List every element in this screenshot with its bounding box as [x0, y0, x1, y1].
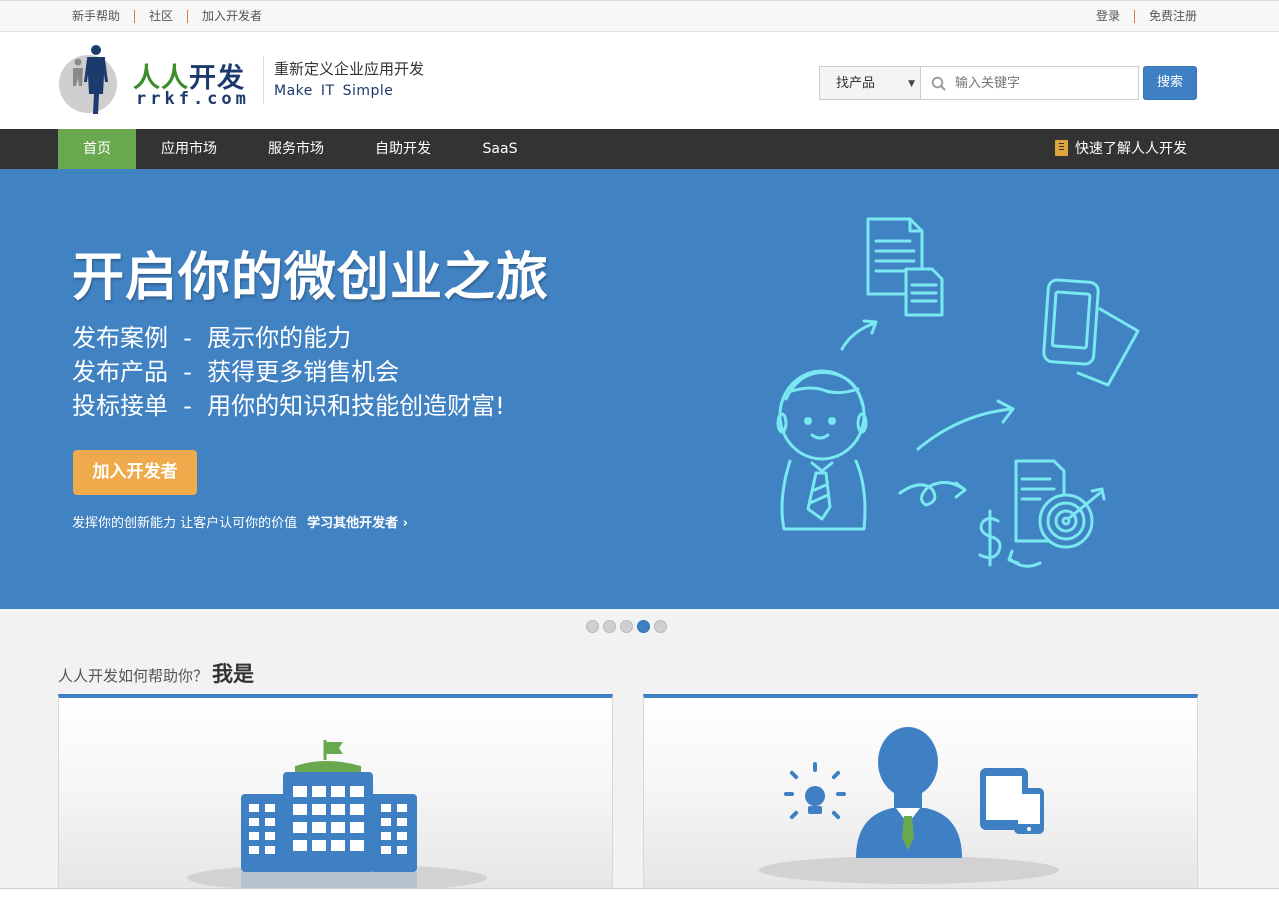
slogan-english: Make IT Simple	[274, 83, 394, 99]
site-logo[interactable]: 人人开发 rrkf.com	[58, 42, 248, 120]
carousel-dot[interactable]	[586, 620, 599, 633]
arrow-icon	[916, 407, 1014, 451]
community-link[interactable]: 社区	[134, 10, 187, 23]
arrow-icon	[840, 321, 877, 351]
topbar-left-links: 新手帮助 社区 加入开发者	[58, 1, 276, 32]
section-answer: 我是	[212, 662, 255, 686]
arrow-icon	[898, 481, 966, 507]
topbar-right-links: 登录 免费注册	[1082, 1, 1197, 32]
search-field	[920, 66, 1139, 100]
banner-line-bidding: 投标接单 - 用你的知识和技能创造财富!	[72, 392, 505, 420]
join-developer-button[interactable]: 加入开发者	[73, 450, 197, 495]
site-header: 人人开发 rrkf.com 重新定义企业应用开发 Make IT Simple 找产…	[0, 32, 1279, 129]
banner-line-products: 发布产品 - 获得更多销售机会	[72, 358, 400, 386]
main-nav: 首页 应用市场 服务市场 自助开发 SaaS 快速了解人人开发	[0, 129, 1279, 169]
search-category-select[interactable]: 找产品 ▼	[819, 66, 921, 100]
banner-title: 开启你的微创业之旅	[72, 248, 550, 308]
book-icon	[1055, 140, 1068, 156]
phone-icon	[1042, 278, 1140, 387]
nav-item-home[interactable]: 首页	[58, 129, 136, 169]
carousel-dot[interactable]	[654, 620, 667, 633]
developer-person-icon	[759, 727, 1059, 884]
help-link[interactable]: 新手帮助	[58, 10, 134, 23]
dollar-icon	[978, 509, 1042, 568]
nav-item-self-develop[interactable]: 自助开发	[350, 129, 456, 169]
document-icon	[866, 217, 944, 317]
nav-item-app-market[interactable]: 应用市场	[136, 129, 242, 169]
banner-footer: 发挥你的创新能力 让客户认可你的价值 学习其他开发者 ›	[72, 516, 409, 531]
building-icon	[187, 740, 487, 892]
carousel-dot-active[interactable]	[637, 620, 650, 633]
logo-figure-icon	[59, 45, 117, 114]
nav-item-service-market[interactable]: 服务市场	[243, 129, 349, 169]
search-input[interactable]	[955, 68, 1135, 98]
search-button[interactable]: 搜索	[1143, 66, 1197, 100]
carousel-dot[interactable]	[603, 620, 616, 633]
person-icon	[776, 369, 868, 531]
top-utility-bar: 新手帮助 社区 加入开发者 登录 免费注册	[0, 0, 1279, 32]
section-question: 人人开发如何帮助你？	[58, 667, 209, 685]
enterprise-card[interactable]	[58, 694, 613, 894]
carousel-dot[interactable]	[620, 620, 633, 633]
section-heading: 人人开发如何帮助你？ 我是	[58, 658, 254, 688]
register-link[interactable]: 免费注册	[1133, 10, 1197, 23]
slogan-chinese: 重新定义企业应用开发	[274, 60, 425, 78]
page-bottom-area	[0, 889, 1279, 905]
developer-card[interactable]	[643, 694, 1198, 894]
banner-illustration	[776, 217, 1140, 568]
nav-item-saas[interactable]: SaaS	[457, 129, 543, 169]
login-link[interactable]: 登录	[1082, 10, 1134, 23]
banner-line-cases: 发布案例 - 展示你的能力	[72, 324, 352, 352]
quick-intro-link[interactable]: 快速了解人人开发	[1055, 129, 1187, 169]
target-document-icon	[1014, 459, 1106, 549]
join-developer-link[interactable]: 加入开发者	[187, 10, 276, 23]
chevron-down-icon: ▼	[908, 79, 915, 89]
logo-domain: rrkf.com	[136, 89, 250, 109]
carousel-indicators	[586, 620, 671, 634]
search-icon	[931, 76, 946, 91]
hero-banner: 开启你的微创业之旅 发布案例 - 展示你的能力 发布产品 - 获得更多销售机会 …	[0, 169, 1279, 609]
header-divider	[263, 56, 264, 104]
learn-other-developers-link[interactable]: 学习其他开发者 ›	[307, 516, 408, 531]
